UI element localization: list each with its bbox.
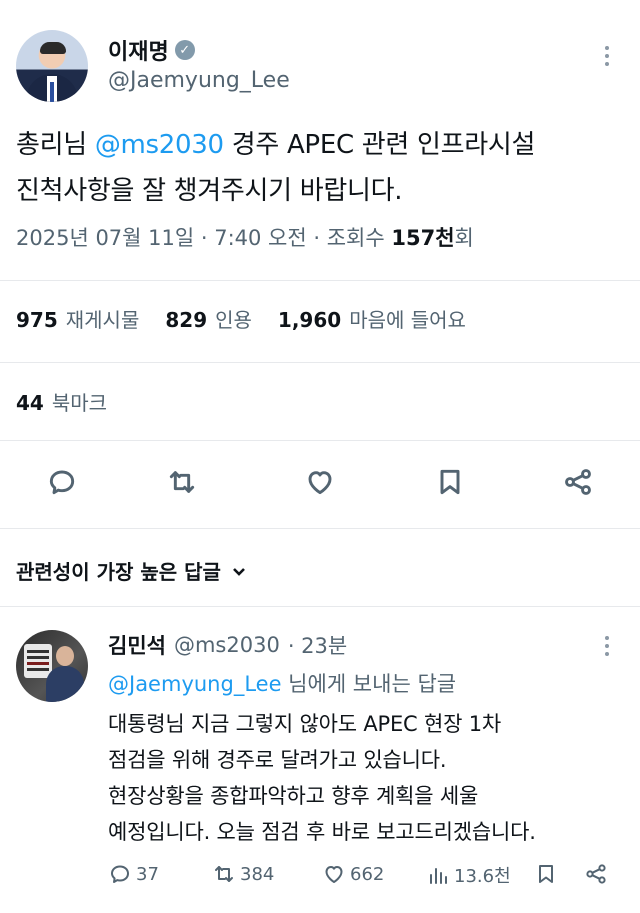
divider bbox=[0, 528, 640, 529]
author-name[interactable]: 이재명 bbox=[108, 34, 169, 66]
reply-text-line: 현장상황을 종합파악하고 향후 계획을 세울 bbox=[108, 784, 479, 808]
reply-reply-count: 37 bbox=[136, 863, 159, 885]
reply-views-button[interactable]: 13.6천 bbox=[426, 862, 511, 888]
verified-badge-icon: ✓ bbox=[174, 40, 195, 60]
bookmark-icon bbox=[440, 469, 460, 495]
retweet-icon bbox=[215, 866, 233, 882]
share-icon bbox=[586, 864, 606, 884]
views-count: 157천 bbox=[391, 226, 455, 250]
reply-more-options-icon[interactable] bbox=[604, 636, 610, 660]
reply-retweet-count: 384 bbox=[240, 863, 275, 885]
reply-text-line: 예정입니다. 오늘 점검 후 바로 보고드리겠습니다. bbox=[108, 820, 536, 844]
heart-icon bbox=[325, 866, 343, 883]
tweet-text-line-1: 총리님 @ms2030 경주 APEC 관련 인프라시설 bbox=[16, 130, 536, 160]
reply-text: 대통령님 지금 그렇지 않아도 APEC 현장 1차 점검을 위해 경주로 달려… bbox=[108, 706, 628, 850]
reply-like-count: 662 bbox=[350, 863, 385, 885]
tweet-timestamp[interactable]: 2025년 07월 11일 · 7:40 오전 · 조회수 bbox=[16, 226, 391, 250]
likes-stat[interactable]: 1,960 마음에 들어요 bbox=[278, 304, 466, 333]
reply-header: 김민석 @ms2030 · 23분 bbox=[108, 630, 347, 660]
heart-icon bbox=[308, 471, 332, 495]
retweet-icon bbox=[169, 471, 195, 493]
author-name-row[interactable]: 이재명 ✓ bbox=[108, 34, 195, 66]
quotes-stat[interactable]: 829 인용 bbox=[165, 304, 252, 333]
divider bbox=[0, 606, 640, 607]
tweet-actions bbox=[0, 460, 640, 508]
reply-author-name[interactable]: 김민석 bbox=[108, 630, 166, 660]
bookmarks-stat[interactable]: 44 북마크 bbox=[16, 387, 107, 416]
views-suffix: 회 bbox=[454, 226, 474, 250]
replying-to: @Jaemyung_Lee 님에게 보내는 답글 bbox=[108, 672, 457, 696]
reply-icon bbox=[49, 470, 75, 495]
reply-button[interactable] bbox=[42, 460, 82, 504]
tweet-text-line-2: 진척사항을 잘 챙겨주시기 바랍니다. bbox=[16, 176, 403, 206]
reply-like-button[interactable]: 662 bbox=[322, 862, 384, 886]
bookmark-icon bbox=[539, 865, 553, 883]
divider bbox=[0, 440, 640, 441]
chevron-down-icon bbox=[232, 567, 245, 576]
replies-sort-dropdown[interactable]: 관련성이 가장 높은 답글 bbox=[16, 556, 247, 585]
reply-time[interactable]: · 23분 bbox=[288, 630, 347, 660]
mention-link[interactable]: @ms2030 bbox=[95, 130, 224, 160]
reply-reply-button[interactable]: 37 bbox=[108, 862, 159, 886]
reply-share-button[interactable] bbox=[584, 862, 608, 886]
tweet-meta: 2025년 07월 11일 · 7:40 오전 · 조회수 157천회 bbox=[16, 222, 474, 252]
like-button[interactable] bbox=[300, 460, 340, 504]
author-handle[interactable]: @Jaemyung_Lee bbox=[108, 68, 290, 93]
reply-author-avatar[interactable] bbox=[16, 630, 88, 702]
reply-actions: 37 384 662 13.6천 bbox=[108, 862, 628, 898]
replying-to-link[interactable]: @Jaemyung_Lee bbox=[108, 672, 282, 696]
share-button[interactable] bbox=[558, 460, 598, 504]
bookmark-button[interactable] bbox=[430, 460, 470, 504]
reply-view-count: 13.6천 bbox=[454, 866, 511, 887]
divider bbox=[0, 280, 640, 281]
author-avatar[interactable] bbox=[16, 30, 88, 102]
divider bbox=[0, 362, 640, 363]
engagement-stats: 975 재게시물 829 인용 1,960 마음에 들어요 bbox=[16, 304, 466, 333]
reply-text-line: 대통령님 지금 그렇지 않아도 APEC 현장 1차 bbox=[108, 712, 501, 736]
reply-retweet-button[interactable]: 384 bbox=[212, 862, 274, 886]
share-icon bbox=[565, 469, 591, 495]
tweet-text: 총리님 @ms2030 경주 APEC 관련 인프라시설 진척사항을 잘 챙겨주… bbox=[16, 122, 626, 214]
reply-author-handle[interactable]: @ms2030 bbox=[174, 633, 280, 657]
retweet-button[interactable] bbox=[162, 460, 202, 504]
reply-text-line: 점검을 위해 경주로 달려가고 있습니다. bbox=[108, 748, 447, 772]
more-options-icon[interactable] bbox=[604, 46, 610, 70]
reply-icon bbox=[111, 865, 129, 883]
reply-bookmark-button[interactable] bbox=[534, 862, 558, 886]
retweets-stat[interactable]: 975 재게시물 bbox=[16, 304, 139, 333]
analytics-icon bbox=[430, 868, 447, 884]
replies-sort-label: 관련성이 가장 높은 답글 bbox=[16, 560, 221, 584]
